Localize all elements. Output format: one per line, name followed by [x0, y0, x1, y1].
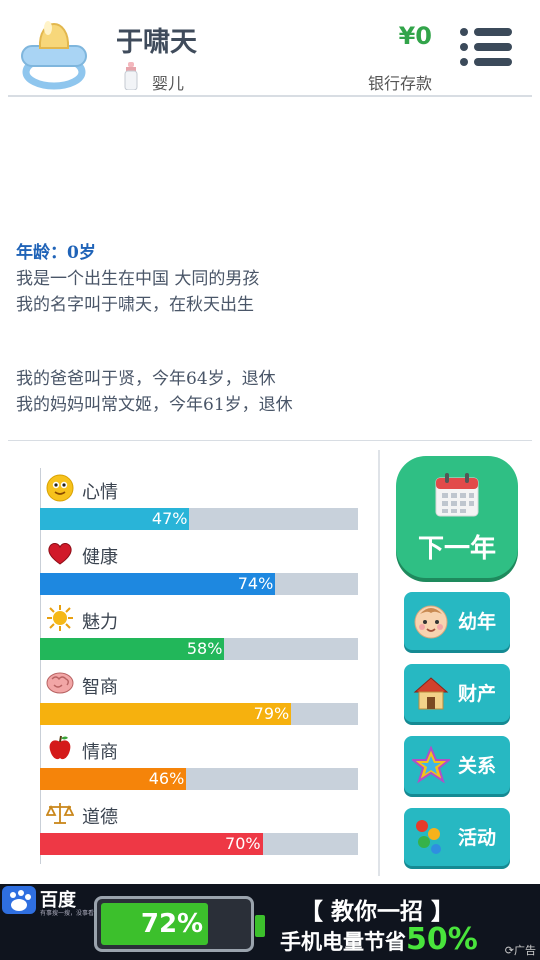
stat-bar-fill: 47% — [40, 508, 190, 530]
relations-button[interactable]: 关系 — [404, 736, 510, 794]
stat-eq: 情商 46% — [40, 734, 360, 798]
star-icon — [412, 746, 450, 784]
childhood-label: 幼年 — [458, 611, 497, 633]
ad-banner[interactable]: 百度 有事搜一搜，没事看一看 72% 【 教你一招 】 手机电量节省50% ⟳广… — [0, 884, 540, 960]
battery-cap — [255, 915, 265, 937]
scales-icon — [46, 803, 74, 824]
activity-dots-icon — [416, 820, 441, 854]
life-stage-label: 婴儿 — [152, 74, 185, 93]
story-line: 我的名字叫于啸天，在秋天出生 — [16, 295, 254, 315]
money-amount: ¥0 — [398, 22, 432, 50]
stat-bar-fill: 74% — [40, 573, 276, 595]
next-year-label: 下一年 — [417, 534, 496, 564]
menu-icon[interactable] — [460, 26, 512, 68]
baby-bottle-icon — [124, 62, 138, 90]
stat-charm: 魅力 58% — [40, 604, 360, 668]
house-icon — [413, 677, 449, 710]
apple-icon — [49, 735, 71, 760]
stat-iq: 智商 79% — [40, 669, 360, 733]
stat-bar-fill: 79% — [40, 703, 292, 725]
calendar-icon — [435, 473, 479, 517]
stat-bar-fill: 70% — [40, 833, 263, 855]
stat-bar-track: 70% — [40, 833, 358, 855]
ad-subline: 手机电量节省50% — [280, 922, 478, 957]
stat-bar-track: 79% — [40, 703, 358, 725]
smiley-icon — [46, 474, 74, 502]
story-line: 我是一个出生在中国 大同的男孩 — [16, 269, 260, 289]
stat-label: 心情 — [82, 482, 118, 503]
stat-percent: 70% — [225, 834, 261, 853]
ad-sub-highlight: 50% — [406, 922, 478, 957]
stat-label: 情商 — [82, 742, 118, 763]
ad-label: ⟳广告 — [504, 944, 536, 957]
section-divider — [8, 440, 532, 441]
relations-label: 关系 — [458, 755, 497, 777]
stat-percent: 79% — [253, 704, 290, 723]
age-line: 年龄：0岁 — [16, 243, 96, 263]
character-name: 于啸天 — [116, 27, 197, 58]
stat-percent: 46% — [148, 769, 185, 788]
property-label: 财产 — [458, 683, 497, 705]
stat-bar-fill: 58% — [40, 638, 225, 660]
header-divider — [8, 95, 532, 97]
stat-label: 道德 — [82, 807, 118, 828]
stat-percent: 58% — [186, 639, 223, 658]
baidu-paw-icon — [2, 886, 36, 914]
childhood-button[interactable]: 幼年 — [404, 592, 510, 650]
battery-percent: 72% — [140, 909, 204, 939]
ad-sub-prefix: 手机电量节省 — [280, 930, 406, 954]
activity-label: 活动 — [458, 827, 497, 849]
stat-label: 魅力 — [82, 612, 118, 633]
stat-morality: 道德 70% — [40, 799, 360, 863]
brain-icon — [46, 672, 74, 694]
stat-bar-track: 58% — [40, 638, 358, 660]
stats-panel: 心情 47% 健康 74% 魅力 58% 智商 79% 情商 46% 道德 70… — [0, 450, 380, 870]
father-line: 我的爸爸叫于贤，今年64岁，退休 — [16, 369, 276, 389]
stat-bar-track: 46% — [40, 768, 358, 790]
stat-health: 健康 74% — [40, 539, 360, 603]
stat-bar-fill: 46% — [40, 768, 187, 790]
stat-label: 健康 — [82, 547, 118, 568]
next-year-button[interactable]: 下一年 — [396, 456, 518, 578]
pacifier-avatar-icon[interactable] — [16, 6, 92, 90]
header: 于啸天 婴儿 ¥0 银行存款 — [0, 0, 540, 96]
stat-mood: 心情 47% — [40, 474, 360, 538]
stat-bar-track: 74% — [40, 573, 358, 595]
story-log: 年龄：0岁 我是一个出生在中国 大同的男孩 我的名字叫于啸天，在秋天出生 我的爸… — [16, 240, 293, 418]
sun-icon — [47, 605, 73, 631]
mother-line: 我的妈妈叫常文姬，今年61岁，退休 — [16, 395, 293, 415]
stat-bar-track: 47% — [40, 508, 358, 530]
activity-button[interactable]: 活动 — [404, 808, 510, 866]
stat-percent: 47% — [151, 509, 188, 528]
battery-graphic: 72% — [94, 896, 265, 952]
stat-label: 智商 — [82, 677, 118, 698]
baby-face-icon — [414, 605, 448, 639]
vertical-divider — [378, 450, 380, 876]
ad-headline: 【 教你一招 】 — [300, 899, 455, 925]
heart-icon — [48, 543, 72, 565]
bank-deposit-label: 银行存款 — [367, 74, 432, 93]
stat-percent: 74% — [237, 574, 274, 593]
property-button[interactable]: 财产 — [404, 664, 510, 722]
